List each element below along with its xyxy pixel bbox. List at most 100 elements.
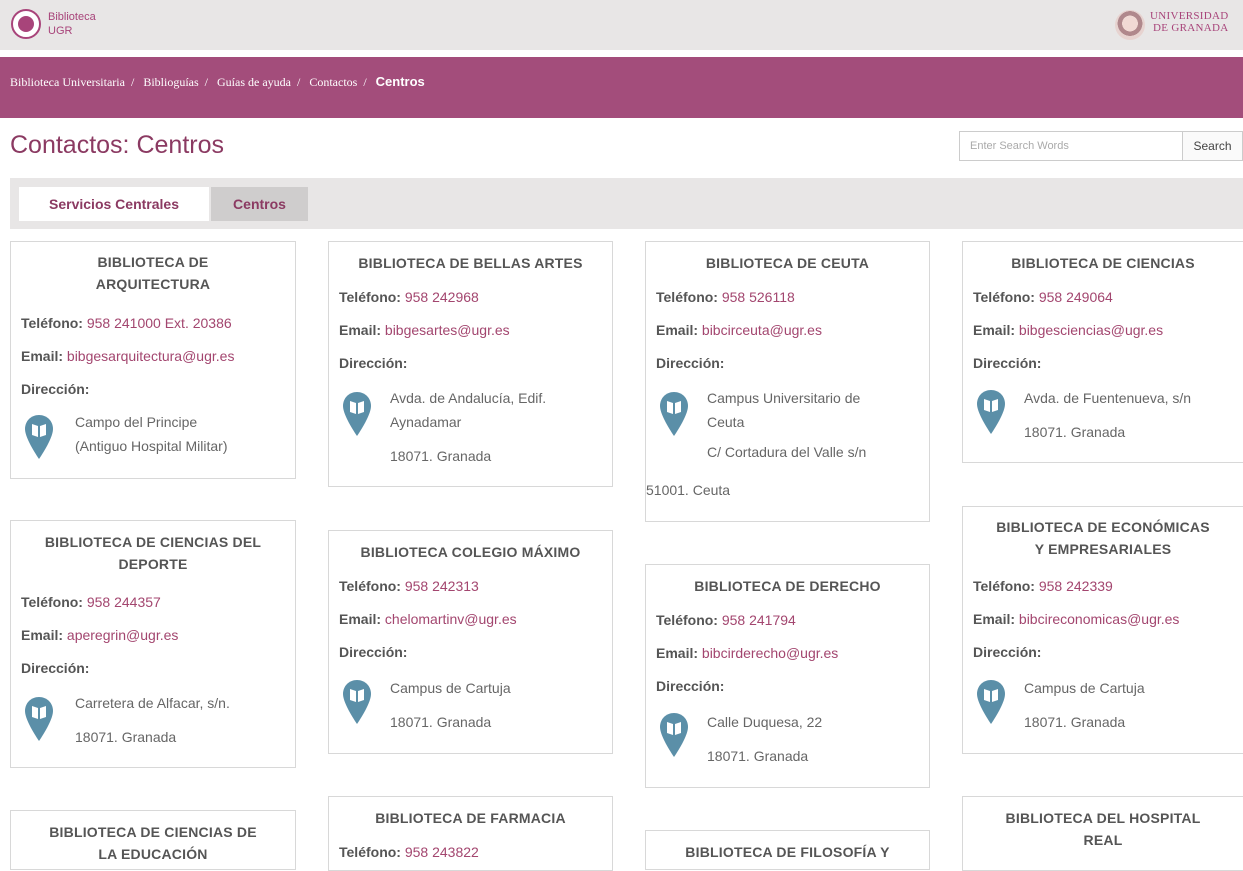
breadcrumb-separator: /	[204, 75, 208, 89]
address-line: Aynadamar	[390, 414, 462, 430]
phone-label: Teléfono:	[973, 289, 1035, 305]
address-line: (Antiguo Hospital Militar)	[75, 438, 228, 454]
card-title-line: DEPORTE	[118, 556, 188, 572]
breadcrumb-separator: /	[363, 75, 367, 89]
phone-value[interactable]: 958 242313	[405, 578, 479, 594]
library-card: BIBLIOTECA DE CIENCIAS DE LA EDUCACIÓN	[10, 810, 296, 870]
phone-value[interactable]: 958 243822	[405, 844, 479, 860]
phone-value[interactable]: 958 244357	[87, 594, 161, 610]
breadcrumb-link[interactable]: Contactos	[309, 75, 357, 89]
card-title: BIBLIOTECA DE CEUTA	[705, 255, 870, 271]
email-link[interactable]: bibcireconomicas@ugr.es	[1019, 611, 1180, 627]
breadcrumb-link[interactable]: Biblioguías	[143, 75, 198, 89]
breadcrumb-current: Centros	[375, 74, 425, 89]
map-pin-icon	[976, 389, 1006, 435]
phone-value[interactable]: 958 242968	[405, 289, 479, 305]
address-line: 18071. Granada	[75, 729, 177, 745]
email-link[interactable]: bibgesartes@ugr.es	[385, 322, 510, 338]
card-title-line: BIBLIOTECA DE CIENCIAS DEL	[44, 534, 262, 550]
card-title: BIBLIOTECA DE ECONÓMICAS Y EMPRESARIALES	[963, 516, 1243, 560]
card-title-line: ARQUITECTURA	[95, 276, 211, 292]
card-title: BIBLIOTECA DEL HOSPITAL REAL	[963, 807, 1243, 851]
biblioteca-logo-text[interactable]: Biblioteca UGR	[48, 10, 96, 38]
email-row: Email: bibcireconomicas@ugr.es	[973, 611, 1179, 627]
top-bar	[0, 0, 1243, 50]
tab-servicios-centrales[interactable]: Servicios Centrales	[19, 187, 209, 221]
phone-row: Teléfono: 958 241794	[656, 612, 796, 628]
email-label: Email:	[339, 611, 382, 627]
university-logo-text[interactable]: UNIVERSIDAD DE GRANADA	[1150, 10, 1228, 34]
breadcrumb-link[interactable]: Guías de ayuda	[217, 75, 291, 89]
email-row: Email: bibgesciencias@ugr.es	[973, 322, 1163, 338]
address-line: Avda. de Fuentenueva, s/n	[1024, 390, 1192, 406]
phone-row: Teléfono: 958 243822	[339, 844, 479, 860]
email-link[interactable]: bibgesciencias@ugr.es	[1019, 322, 1163, 338]
library-card: BIBLIOTECA DE BELLAS ARTES Teléfono: 958…	[328, 241, 613, 487]
address-line: Campo del Principe	[75, 414, 198, 430]
library-card: BIBLIOTECA DEL HOSPITAL REAL	[962, 796, 1243, 871]
university-seal-icon[interactable]	[1115, 10, 1145, 40]
email-label: Email:	[21, 627, 64, 643]
phone-value[interactable]: 958 241794	[722, 612, 796, 628]
address-label: Dirección:	[656, 355, 725, 371]
address-label: Dirección:	[21, 660, 90, 676]
email-link[interactable]: bibcirderecho@ugr.es	[702, 645, 838, 661]
phone-label: Teléfono:	[973, 578, 1035, 594]
library-card: BIBLIOTECA DE FILOSOFÍA Y	[645, 830, 930, 870]
phone-label: Teléfono:	[339, 578, 401, 594]
email-row: Email: bibcirderecho@ugr.es	[656, 645, 838, 661]
email-label: Email:	[973, 611, 1016, 627]
card-title: BIBLIOTECA COLEGIO MÁXIMO	[360, 544, 581, 560]
address-label: Dirección:	[339, 355, 408, 371]
phone-label: Teléfono:	[339, 289, 401, 305]
library-card: BIBLIOTECA DE CEUTA Teléfono: 958 526118…	[645, 241, 930, 522]
address-row: Dirección:	[21, 381, 89, 397]
breadcrumb-link[interactable]: Biblioteca Universitaria	[10, 75, 125, 89]
library-card: BIBLIOTECA COLEGIO MÁXIMO Teléfono: 958 …	[328, 530, 613, 754]
email-link[interactable]: aperegrin@ugr.es	[67, 627, 179, 643]
map-pin-icon	[659, 712, 689, 758]
tab-centros[interactable]: Centros	[211, 187, 308, 221]
library-card: BIBLIOTECA DE CIENCIAS DEL DEPORTE Teléf…	[10, 520, 296, 768]
phone-label: Teléfono:	[21, 594, 83, 610]
email-link[interactable]: bibcirceuta@ugr.es	[702, 322, 822, 338]
phone-value[interactable]: 958 242339	[1039, 578, 1113, 594]
address-row: Dirección:	[973, 355, 1041, 371]
biblioteca-logo-icon[interactable]	[11, 9, 41, 39]
map-pin-icon	[342, 391, 372, 437]
address-line: Avda. de Andalucía, Edif.	[390, 390, 547, 406]
address-line: C/ Cortadura del Valle s/n	[707, 444, 867, 460]
phone-value[interactable]: 958 249064	[1039, 289, 1113, 305]
address-text: Campo del Principe (Antiguo Hospital Mil…	[75, 410, 228, 458]
breadcrumb-separator: /	[296, 75, 301, 89]
card-title-line: REAL	[1083, 832, 1123, 848]
address-line: 18071. Granada	[390, 714, 492, 730]
card-title: BIBLIOTECA DE FARMACIA	[375, 810, 566, 826]
card-title-line: LA EDUCACIÓN	[98, 846, 208, 862]
phone-row: Teléfono: 958 241000 Ext. 20386	[21, 315, 232, 331]
phone-value[interactable]: 958 526118	[722, 289, 795, 305]
map-pin-icon	[24, 414, 54, 460]
phone-label: Teléfono:	[656, 289, 718, 305]
card-title-line: BIBLIOTECA DE	[97, 254, 209, 270]
card-title: BIBLIOTECA DE DERECHO	[694, 578, 881, 594]
map-pin-icon	[342, 679, 372, 725]
address-line: Campus de Cartuja	[390, 680, 511, 696]
email-row: Email: bibcirceuta@ugr.es	[656, 322, 822, 338]
phone-label: Teléfono:	[656, 612, 718, 628]
phone-value[interactable]: 958 241000 Ext. 20386	[87, 315, 232, 331]
address-line: Ceuta	[707, 414, 745, 430]
address-row: Dirección:	[656, 355, 724, 371]
address-text: Avda. de Fuentenueva, s/n 18071. Granada	[1024, 386, 1191, 444]
phone-label: Teléfono:	[21, 315, 83, 331]
phone-row: Teléfono: 958 249064	[973, 289, 1113, 305]
search-input[interactable]: Enter Search Words	[959, 131, 1183, 161]
email-link[interactable]: chelomartinv@ugr.es	[385, 611, 517, 627]
search-button[interactable]: Search	[1183, 131, 1243, 161]
address-label: Dirección:	[339, 644, 408, 660]
email-link[interactable]: bibgesarquitectura@ugr.es	[67, 348, 235, 364]
phone-row: Teléfono: 958 526118	[656, 289, 795, 305]
logo-line-2: UGR	[48, 25, 73, 37]
card-title: BIBLIOTECA DE CIENCIAS DEL DEPORTE	[11, 531, 295, 575]
address-text: Avda. de Andalucía, Edif. Aynadamar 1807…	[390, 386, 546, 468]
